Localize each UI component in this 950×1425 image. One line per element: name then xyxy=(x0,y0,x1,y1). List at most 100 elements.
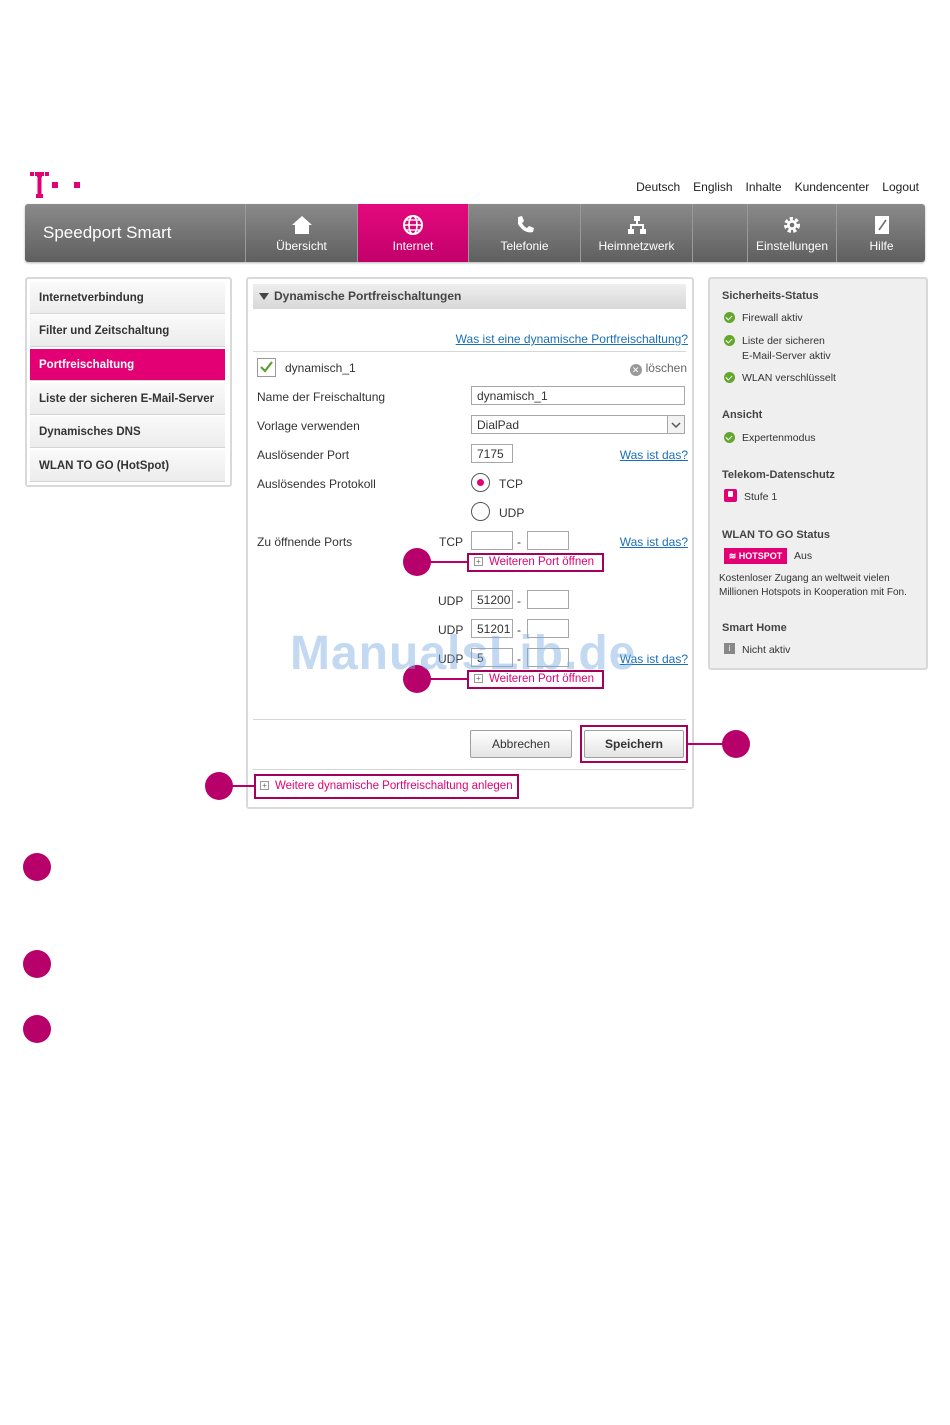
nav-einstellungen[interactable]: Einstellungen xyxy=(747,204,836,262)
protocol-udp-label: UDP xyxy=(499,506,525,520)
template-selected-value: DialPad xyxy=(477,418,520,432)
add-tcp-port-link[interactable]: + Weiteren Port öffnen xyxy=(474,556,594,568)
add-rule-link[interactable]: + Weitere dynamische Portfreischaltung an… xyxy=(260,780,513,792)
collapse-triangle-icon xyxy=(259,293,269,301)
nav-hilfe[interactable]: Hilfe xyxy=(836,204,926,262)
nav-label: Übersicht xyxy=(276,239,327,253)
nav-label: Einstellungen xyxy=(755,239,829,253)
delete-rule-button[interactable]: ✕ löschen xyxy=(629,361,687,376)
cancel-button[interactable]: Abbrechen xyxy=(470,730,572,758)
name-field-label: Name der Freischaltung xyxy=(257,390,386,404)
top-links: Deutsch English Inhalte Kundencenter Log… xyxy=(636,180,919,194)
annotation-marker xyxy=(722,730,750,758)
chevron-down-icon xyxy=(667,416,684,433)
plus-icon: + xyxy=(474,557,483,567)
check-ok-icon xyxy=(724,372,735,383)
nav-label: Internet xyxy=(392,239,434,253)
info-icon: i xyxy=(724,643,735,654)
home-icon xyxy=(291,216,312,234)
annotation-line xyxy=(687,743,724,745)
link-english[interactable]: English xyxy=(693,180,732,194)
watermark: ManualsLib.de xyxy=(290,627,637,680)
delete-label: löschen xyxy=(645,361,687,375)
section-header[interactable]: Dynamische Portfreischaltungen xyxy=(253,284,686,309)
firewall-status: Firewall aktiv xyxy=(742,312,803,324)
gear-icon xyxy=(784,217,800,233)
link-deutsch[interactable]: Deutsch xyxy=(636,180,680,194)
nav-empty-slot xyxy=(692,204,747,262)
telekom-logo xyxy=(30,172,80,198)
link-logout[interactable]: Logout xyxy=(882,180,919,194)
name-input[interactable]: dynamisch_1 xyxy=(471,386,685,405)
menu-portfreischaltung[interactable]: Portfreischaltung xyxy=(30,349,225,381)
rule-enable-checkbox[interactable] xyxy=(257,358,276,377)
range-dash: - xyxy=(517,594,521,608)
link-kundencenter[interactable]: Kundencenter xyxy=(795,180,870,194)
port-forwarding-panel: Dynamische Portfreischaltungen Was ist e… xyxy=(246,277,694,809)
legend-marker xyxy=(23,853,51,881)
range-dash: - xyxy=(517,535,521,549)
mail-list-status-line1: Liste der sicheren xyxy=(742,335,825,347)
protocol-tcp-label: TCP xyxy=(499,477,523,491)
left-menu: Internetverbindung Filter und Zeitschalt… xyxy=(25,277,232,487)
nav-heimnetzwerk[interactable]: Heimnetzwerk xyxy=(580,204,692,262)
wlan-status: WLAN verschlüsselt xyxy=(742,372,836,384)
hotspot-description-line1: Kostenloser Zugang an weltweit vielen xyxy=(719,573,890,584)
protocol-tcp-radio[interactable] xyxy=(471,473,490,492)
main-navigation: Speedport Smart Übersicht Internet Telef… xyxy=(25,204,925,262)
trigger-port-input[interactable]: 7175 xyxy=(471,444,513,463)
network-icon xyxy=(627,216,646,234)
legend-marker xyxy=(23,1015,51,1043)
plus-icon: + xyxy=(260,781,269,791)
nav-uebersicht[interactable]: Übersicht xyxy=(245,204,357,262)
check-ok-icon xyxy=(724,432,735,443)
help-link-dynamic-forwarding[interactable]: Was ist eine dynamische Portfreischaltun… xyxy=(456,332,688,346)
template-select[interactable]: DialPad xyxy=(471,415,685,434)
trigger-port-label: Auslösender Port xyxy=(257,448,350,462)
help-link-ports[interactable]: Was ist das? xyxy=(620,535,688,549)
template-label: Vorlage verwenden xyxy=(257,419,360,433)
check-ok-icon xyxy=(724,312,735,323)
delete-icon: ✕ xyxy=(629,364,642,376)
nav-label: Telefonie xyxy=(500,239,549,253)
udp-port-1-to-input[interactable] xyxy=(527,590,569,609)
smart-home-state: Nicht aktiv xyxy=(742,644,791,656)
wlan-to-go-title: WLAN TO GO Status xyxy=(722,529,830,541)
menu-filter-zeitschaltung[interactable]: Filter und Zeitschaltung xyxy=(30,315,225,347)
nav-telefonie[interactable]: Telefonie xyxy=(468,204,580,262)
help-link-trigger-port[interactable]: Was ist das? xyxy=(620,448,688,462)
menu-sichere-mailserver[interactable]: Liste der sicheren E-Mail-Server xyxy=(30,383,225,415)
nav-internet[interactable]: Internet xyxy=(357,204,468,262)
brand-title: Speedport Smart xyxy=(43,223,172,242)
save-button[interactable]: Speichern xyxy=(584,730,684,758)
security-status-title: Sicherheits-Status xyxy=(722,290,819,302)
nav-label: Hilfe xyxy=(869,239,894,253)
privacy-level-icon xyxy=(724,489,737,502)
tcp-port-from-input[interactable] xyxy=(471,531,513,550)
tcp-port-to-input[interactable] xyxy=(527,531,569,550)
divider xyxy=(253,719,686,720)
link-inhalte[interactable]: Inhalte xyxy=(746,180,782,194)
protocol-udp-radio[interactable] xyxy=(471,502,490,521)
hotspot-state: Aus xyxy=(794,550,813,562)
add-port-label: Weiteren Port öffnen xyxy=(489,556,595,568)
checkmark-icon xyxy=(260,361,273,373)
annotation-line xyxy=(428,561,467,563)
expert-mode-status: Expertenmodus xyxy=(742,432,816,444)
tcp-label: TCP xyxy=(439,535,463,549)
privacy-level: Stufe 1 xyxy=(744,491,778,503)
phone-icon xyxy=(517,216,534,233)
udp-port-1-from-input[interactable]: 51200 xyxy=(471,590,513,609)
hotspot-badge: ≋ HOTSPOT xyxy=(724,548,787,564)
wifi-icon: ≋ xyxy=(728,551,739,561)
annotation-line xyxy=(231,785,254,787)
status-panel: Sicherheits-Status Firewall aktiv Liste … xyxy=(708,277,928,670)
section-title: Dynamische Portfreischaltungen xyxy=(274,289,462,303)
menu-internetverbindung[interactable]: Internetverbindung xyxy=(30,282,225,314)
divider xyxy=(253,769,686,770)
smart-home-title: Smart Home xyxy=(722,622,787,634)
mail-list-status-line2: E-Mail-Server aktiv xyxy=(742,350,831,362)
menu-wlan-to-go[interactable]: WLAN TO GO (HotSpot) xyxy=(30,450,225,482)
trigger-protocol-label: Auslösendes Protokoll xyxy=(257,477,376,491)
menu-dynamisches-dns[interactable]: Dynamisches DNS xyxy=(30,416,225,448)
